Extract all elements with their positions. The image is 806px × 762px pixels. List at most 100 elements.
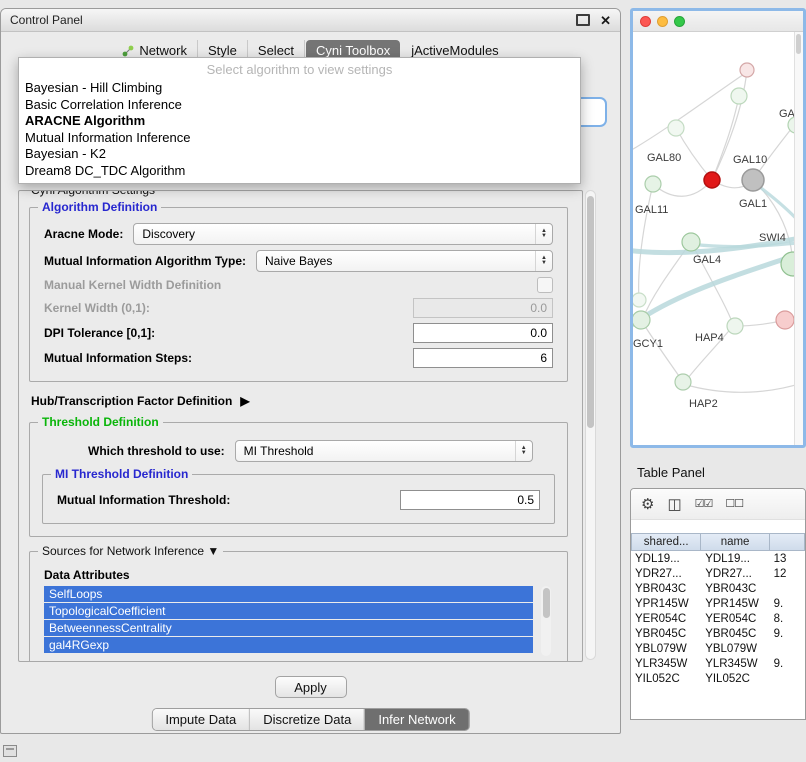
column-header-clipped[interactable] — [770, 533, 805, 551]
network-node[interactable] — [645, 176, 661, 192]
deselect-all-checkboxes-icon[interactable]: ☐☐ — [725, 499, 743, 510]
cell[interactable]: 9. — [770, 658, 805, 670]
network-node[interactable] — [675, 374, 691, 390]
table-row[interactable]: YBL079WYBL079W — [631, 641, 805, 656]
which-threshold-combo[interactable]: MI Threshold ▲▼ — [235, 440, 533, 462]
column-header-name[interactable]: name — [701, 533, 769, 551]
network-edge — [676, 128, 712, 180]
table-row[interactable]: YDL19...YDL19...13 — [631, 551, 805, 566]
dropdown-item-selected[interactable]: ARACNE Algorithm — [19, 113, 580, 130]
cell[interactable]: YLR345W — [701, 658, 769, 670]
threshold-definition-group: Threshold Definition Which threshold to … — [29, 422, 568, 537]
mi-threshold-group-title: MI Threshold Definition — [51, 467, 192, 481]
table-row[interactable]: YDR27...YDR27...12 — [631, 566, 805, 581]
tab-impute-data[interactable]: Impute Data — [152, 709, 249, 730]
network-node[interactable] — [740, 63, 754, 77]
cell[interactable]: 13 — [770, 553, 805, 565]
dpi-tolerance-input[interactable] — [413, 323, 553, 343]
table-row[interactable]: YBR043CYBR043C — [631, 581, 805, 596]
cell[interactable]: YPR145W — [701, 598, 769, 610]
sources-toggle[interactable]: Sources for Network Inference ▼ — [38, 544, 223, 558]
node-label: GAL80 — [647, 152, 681, 164]
node-label: GCY1 — [633, 338, 663, 350]
select-all-checkboxes-icon[interactable]: ☑☑ — [695, 499, 713, 510]
mi-threshold-input[interactable] — [400, 490, 540, 510]
cell[interactable]: 9. — [770, 598, 805, 610]
cell[interactable]: 12 — [770, 568, 805, 580]
network-node[interactable] — [668, 120, 684, 136]
settings-vertical-scrollbar[interactable] — [585, 190, 596, 660]
close-panel-icon[interactable]: ✕ — [600, 14, 611, 27]
columns-icon[interactable]: ◫ — [667, 497, 681, 512]
close-traffic-light-icon[interactable] — [640, 16, 651, 27]
cell[interactable]: YDR27... — [631, 568, 701, 580]
tab-discretize-data[interactable]: Discretize Data — [249, 709, 364, 730]
mi-steps-input[interactable] — [413, 348, 553, 368]
dropdown-item[interactable]: Mutual Information Inference — [19, 130, 580, 147]
cell[interactable]: YBR045C — [701, 628, 769, 640]
attribute-item-selected[interactable]: SelfLoops — [44, 586, 533, 602]
hub-definition-toggle[interactable]: Hub/Transcription Factor Definition ▶ — [31, 394, 570, 408]
network-node-gray[interactable] — [742, 169, 764, 191]
network-node[interactable] — [633, 293, 646, 307]
cyni-bottom-tabs: Impute Data Discretize Data Infer Networ… — [151, 708, 469, 731]
table-row[interactable]: YIL052CYIL052C — [631, 671, 805, 686]
cell[interactable]: YER054C — [631, 613, 701, 625]
cell[interactable]: YBL079W — [631, 643, 701, 655]
collapsed-panel-icon[interactable] — [3, 745, 17, 757]
dropdown-item[interactable]: Bayesian - Hill Climbing — [19, 80, 580, 97]
scrollbar-thumb[interactable] — [543, 588, 550, 618]
table-row[interactable]: YLR345WYLR345W9. — [631, 656, 805, 671]
dropdown-item[interactable]: Dream8 DC_TDC Algorithm — [19, 163, 580, 180]
attribute-item-selected[interactable]: TopologicalCoefficient — [44, 603, 533, 619]
float-panel-icon[interactable] — [576, 14, 590, 26]
cell[interactable]: YIL052C — [631, 673, 701, 685]
cell[interactable]: YDR27... — [701, 568, 769, 580]
network-node[interactable] — [682, 233, 700, 251]
dropdown-item[interactable]: Bayesian - K2 — [19, 146, 580, 163]
network-node[interactable] — [731, 88, 747, 104]
table-row[interactable]: YBR045CYBR045C9. — [631, 626, 805, 641]
cell[interactable]: YPR145W — [631, 598, 701, 610]
gear-icon[interactable]: ⚙ — [641, 497, 654, 512]
column-header-shared-name[interactable]: shared... — [631, 533, 701, 551]
cell[interactable]: YER054C — [701, 613, 769, 625]
attributes-vertical-scrollbar[interactable] — [541, 586, 551, 656]
cell[interactable]: 8. — [770, 613, 805, 625]
apply-button[interactable]: Apply — [275, 676, 347, 698]
cell[interactable]: YIL052C — [701, 673, 769, 685]
table-row[interactable]: YER054CYER054C8. — [631, 611, 805, 626]
cell[interactable]: YLR345W — [631, 658, 701, 670]
attribute-item-selected[interactable]: BetweennessCentrality — [44, 620, 533, 636]
scrollbar-thumb[interactable] — [587, 196, 594, 428]
cell[interactable]: YBR043C — [631, 583, 701, 595]
network-node-red[interactable] — [704, 172, 720, 188]
scrollbar-thumb[interactable] — [796, 34, 801, 54]
network-node-pink[interactable] — [776, 311, 794, 329]
kernel-width-row: Kernel Width (0,1): — [44, 298, 553, 318]
network-node[interactable] — [727, 318, 743, 334]
cell[interactable]: 9. — [770, 628, 805, 640]
dropdown-item[interactable]: Basic Correlation Inference — [19, 97, 580, 114]
aracne-mode-combo[interactable]: Discovery ▲▼ — [133, 223, 553, 245]
mi-steps-row: Mutual Information Steps: — [44, 348, 553, 368]
cell[interactable]: YBR045C — [631, 628, 701, 640]
which-threshold-value: MI Threshold — [244, 444, 314, 458]
mi-algorithm-combo[interactable]: Naive Bayes ▲▼ — [256, 250, 553, 272]
network-node[interactable] — [633, 311, 650, 329]
dpi-tolerance-label: DPI Tolerance [0,1]: — [44, 326, 155, 340]
cyni-algorithm-settings-title: Cyni Algorithm Settings — [27, 190, 159, 197]
data-attributes-label: Data Attributes — [44, 568, 553, 582]
attribute-item-selected[interactable]: gal4RGexp — [44, 637, 533, 653]
network-vertical-scrollbar[interactable] — [794, 32, 803, 446]
cell[interactable]: YDL19... — [631, 553, 701, 565]
tab-infer-network[interactable]: Infer Network — [364, 709, 468, 730]
table-row[interactable]: YPR145WYPR145W9. — [631, 596, 805, 611]
cell[interactable]: YDL19... — [701, 553, 769, 565]
network-canvas[interactable]: GAL80 GAL10 GAL11 GAL1 SWI4 GAL4 GCY1 HA… — [633, 32, 803, 446]
minimize-traffic-light-icon[interactable] — [657, 16, 668, 27]
mi-algorithm-label: Mutual Information Algorithm Type: — [44, 254, 246, 268]
zoom-traffic-light-icon[interactable] — [674, 16, 685, 27]
cell[interactable]: YBR043C — [701, 583, 769, 595]
cell[interactable]: YBL079W — [701, 643, 769, 655]
